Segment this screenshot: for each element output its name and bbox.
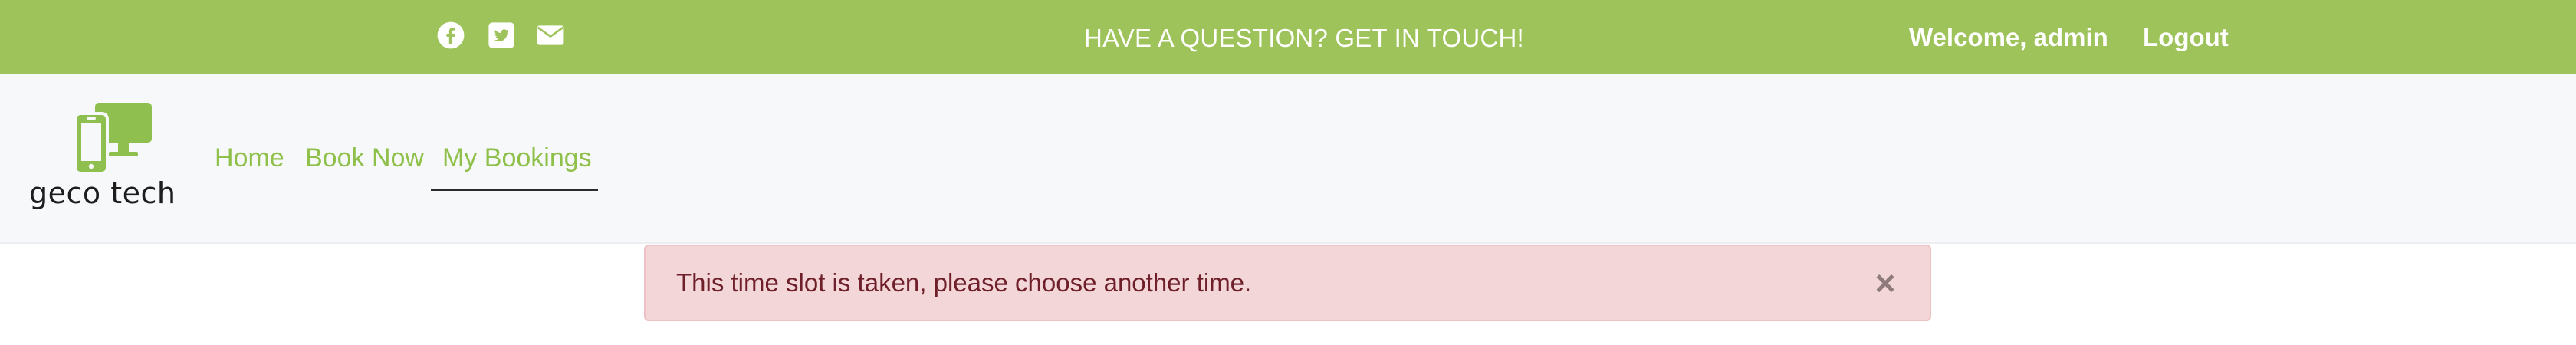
close-icon[interactable]: ×	[1870, 265, 1901, 301]
nav-home[interactable]: Home	[215, 143, 284, 173]
alert-message: This time slot is taken, please choose a…	[676, 268, 1252, 297]
nav-my-bookings[interactable]: My Bookings	[442, 143, 592, 173]
facebook-icon[interactable]	[435, 20, 466, 51]
email-icon[interactable]	[535, 20, 566, 51]
contact-banner-text: HAVE A QUESTION? GET IN TOUCH!	[1084, 24, 1524, 52]
brand-logo[interactable]: geco tech	[29, 101, 176, 216]
logout-link[interactable]: Logout	[2143, 22, 2229, 53]
nav-book-now[interactable]: Book Now	[305, 143, 424, 173]
error-alert: This time slot is taken, please choose a…	[644, 245, 1931, 321]
brand-name: geco tech	[29, 176, 176, 210]
active-nav-indicator	[431, 189, 598, 191]
devices-icon	[74, 103, 152, 175]
twitter-icon[interactable]	[486, 20, 517, 51]
welcome-text: Welcome, admin	[1909, 23, 2108, 51]
navbar: geco tech Home Book Now My Bookings	[0, 74, 2576, 244]
top-bar: HAVE A QUESTION? GET IN TOUCH! Welcome, …	[0, 0, 2576, 74]
